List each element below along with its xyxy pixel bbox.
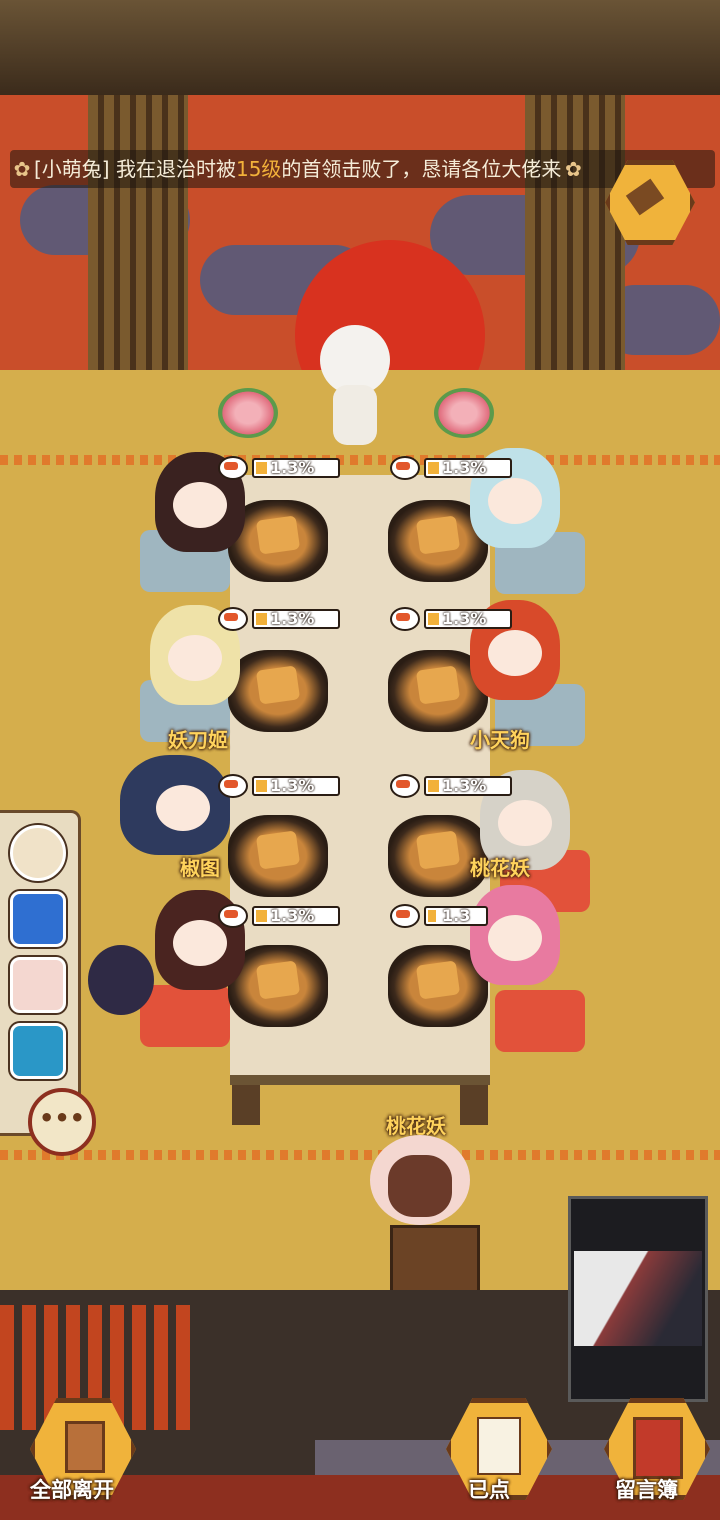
seat-cushion [140,985,230,1047]
checklist-icon [477,1417,521,1475]
guest-name: 椒图 [180,856,220,880]
flower-icon: ✿ [565,157,582,181]
sushi-icon [390,774,420,798]
sushi-icon [218,456,248,480]
sushi-icon [390,607,420,631]
eat-progress: 1.3% [390,607,512,631]
announcement-marquee: ✿ [小萌兔] 我在退治时被15级的首领击败了，恳请各位大佬来 ✿ [10,150,715,188]
eat-progress: 1.3% [218,607,340,631]
more-button[interactable]: ••• [28,1088,96,1156]
eat-progress: 1.3% [218,904,340,928]
eat-progress: 1.3% [218,456,340,480]
marquee-level: 15级 [235,157,282,181]
sushi-icon [390,456,420,480]
roof-beam [0,0,720,95]
guest-avatar-icon[interactable] [10,957,66,1013]
wooden-pillar-right [525,95,625,370]
sushi-icon [390,904,420,928]
marquee-text-end: 的首领击败了，恳请各位大佬来 [281,157,562,181]
book-icon [633,1417,683,1479]
ordered-label: 已点 [468,1478,510,1502]
sushi-icon [218,774,248,798]
door-icon [65,1421,105,1473]
marquee-text: [小萌兔] 我在退治时被 [34,157,236,181]
guest-character[interactable] [470,885,560,985]
eat-progress: 1.3% [390,456,512,480]
seat-cushion [495,990,585,1052]
side-panel [0,810,81,1136]
flower-icon: ✿ [13,157,31,181]
guest-avatar-icon[interactable] [10,1023,66,1079]
guestbook-label: 留言簿 [615,1478,678,1502]
table-leg [232,1085,260,1125]
guest-character[interactable] [120,755,230,855]
wooden-pillar-left [88,95,188,370]
eat-progress: 1.3 [390,904,488,928]
eat-progress: 1.3% [390,774,512,798]
camera-preview[interactable] [568,1196,708,1402]
food-plate [228,815,328,897]
flower-decoration-left [218,388,278,438]
sushi-icon [218,607,248,631]
guest-name: 妖刀姬 [168,728,228,752]
mat-border-bottom [0,1150,720,1160]
guest-name: 桃花妖 [470,856,530,880]
sushi-icon [218,904,248,928]
eat-progress: 1.3% [218,774,340,798]
pet-creature[interactable] [88,945,154,1015]
mat-border-top [0,455,720,465]
more-icon: ••• [38,1104,86,1132]
meal-icon[interactable] [10,825,66,881]
table-leg [460,1085,488,1125]
guest-avatar-icon[interactable] [10,891,66,947]
receptionist-character[interactable] [370,1135,470,1225]
flower-decoration-right [434,388,494,438]
reception-podium [390,1225,480,1296]
food-plate [228,650,328,732]
leave-all-label: 全部离开 [30,1478,114,1502]
host-character[interactable] [315,325,395,445]
guest-name: 小天狗 [470,728,530,752]
